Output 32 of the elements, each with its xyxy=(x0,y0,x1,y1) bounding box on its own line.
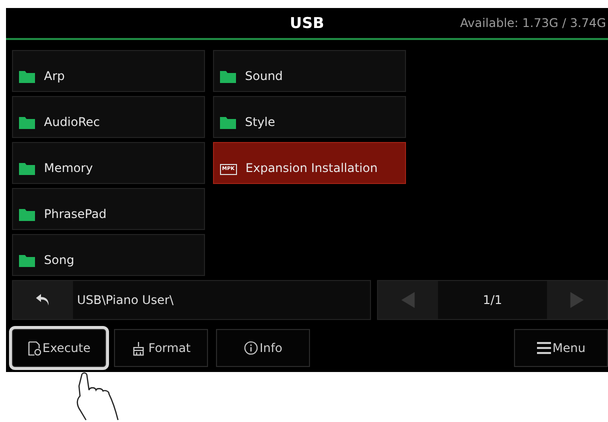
storage-available: Available: 1.73G / 3.74G xyxy=(460,16,607,30)
format-button[interactable]: Format xyxy=(114,329,208,367)
folder-icon xyxy=(19,116,35,129)
file-item[interactable]: Arp xyxy=(12,50,205,92)
back-arrow-icon xyxy=(35,293,51,307)
info-icon xyxy=(244,341,258,355)
file-item[interactable]: Song xyxy=(12,234,205,276)
file-item[interactable]: Style xyxy=(213,96,406,138)
info-button[interactable]: Info xyxy=(216,329,310,367)
file-item[interactable]: Sound xyxy=(213,50,406,92)
left-triangle-icon xyxy=(401,292,415,308)
menu-button[interactable]: Menu xyxy=(514,329,608,367)
path-text: USB\Piano User\ xyxy=(76,293,174,307)
folder-icon xyxy=(220,70,236,83)
file-item[interactable]: Memory xyxy=(12,142,205,184)
folder-icon xyxy=(220,116,236,129)
brush-icon xyxy=(131,340,146,356)
menu-icon xyxy=(536,342,551,354)
back-button[interactable] xyxy=(13,281,73,319)
screen-title: USB xyxy=(290,14,324,32)
folder-icon xyxy=(19,208,35,221)
file-item[interactable]: AudioRec xyxy=(12,96,205,138)
right-triangle-icon xyxy=(570,292,584,308)
document-icon xyxy=(28,340,40,356)
folder-icon xyxy=(19,254,35,267)
previous-page-button[interactable] xyxy=(378,281,438,319)
folder-icon xyxy=(19,162,35,175)
next-page-button[interactable] xyxy=(547,281,607,319)
execute-button[interactable]: Execute xyxy=(12,329,106,367)
folder-icon xyxy=(19,70,35,83)
page-indicator: 1/1 xyxy=(482,293,504,307)
file-item[interactable]: PhrasePad xyxy=(12,188,205,230)
